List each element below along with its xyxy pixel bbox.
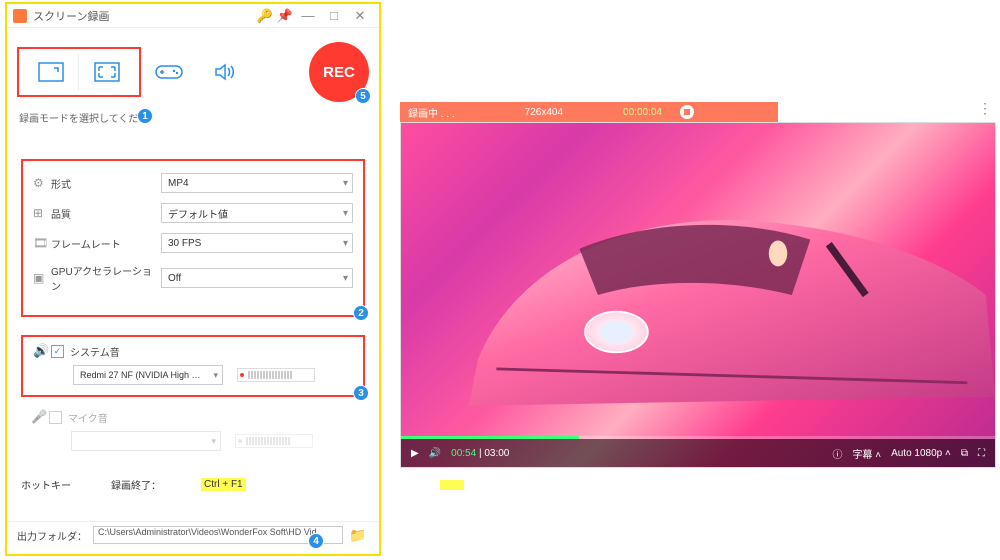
region-icon bbox=[38, 62, 64, 82]
player-controls: ▶ 🔊 00:54 | 03:00 ⓘ 字幕 ˄ Auto 1080p ˄ ⧉ … bbox=[401, 439, 995, 467]
audio-box: 🔊 ✓ システム音 Redmi 27 NF (NVIDIA High … 3 bbox=[21, 335, 365, 397]
quality-label: 品質 bbox=[51, 206, 161, 221]
mic-checkbox[interactable] bbox=[49, 411, 62, 424]
framerate-select[interactable]: 30 FPS bbox=[161, 233, 353, 253]
hotkey-stop-value: Ctrl + F1 bbox=[201, 478, 246, 491]
mode-highlight-box bbox=[17, 47, 141, 97]
audio-meter bbox=[237, 368, 315, 382]
output-label: 出力フォルダ： bbox=[17, 528, 87, 543]
chip-icon: ▣ bbox=[33, 271, 51, 285]
mic-meter bbox=[235, 434, 313, 448]
recording-elapsed: 00:00:04 bbox=[623, 107, 662, 118]
gamepad-icon bbox=[155, 63, 183, 81]
badge-2: 2 bbox=[353, 305, 369, 321]
badge-4: 4 bbox=[308, 533, 324, 549]
record-button[interactable]: REC 5 bbox=[309, 42, 369, 102]
hotkey-stop-label: 録画終了： bbox=[111, 477, 161, 492]
maximize-button[interactable]: □ bbox=[321, 8, 347, 23]
badge-5: 5 bbox=[355, 88, 371, 104]
pip-button[interactable]: ⧉ bbox=[961, 448, 968, 459]
gpu-row: ▣ GPUアクセラレーション Off bbox=[33, 263, 353, 293]
subtitle-button[interactable]: 字幕 ˄ bbox=[852, 446, 881, 461]
browse-folder-button[interactable]: 📁 bbox=[349, 527, 369, 544]
play-button[interactable]: ▶ bbox=[411, 448, 419, 459]
settings-box: ⚙ 形式 MP4 ⊞ 品質 デフォルト値 🎞 フレームレート 30 FPS ▣ … bbox=[21, 159, 365, 317]
minimize-button[interactable]: — bbox=[295, 8, 321, 23]
system-audio-checkbox[interactable]: ✓ bbox=[51, 345, 64, 358]
badge-1: 1 bbox=[137, 108, 153, 124]
region-mode-button[interactable] bbox=[23, 53, 79, 91]
close-button[interactable]: ✕ bbox=[347, 8, 373, 24]
gpu-label: GPUアクセラレーション bbox=[51, 263, 161, 293]
key-icon[interactable]: 🔑 bbox=[255, 8, 275, 24]
video-content bbox=[441, 163, 995, 427]
stop-recording-button[interactable] bbox=[680, 105, 694, 119]
app-title: スクリーン録画 bbox=[33, 8, 255, 24]
format-row: ⚙ 形式 MP4 bbox=[33, 173, 353, 193]
system-audio-label: システム音 bbox=[70, 344, 120, 359]
speaker-icon bbox=[214, 62, 236, 82]
recorder-window: スクリーン録画 🔑 📌 — □ ✕ REC 5 1 録画モードを選択してくださ bbox=[5, 2, 381, 556]
hotkey-row: ホットキー 録画終了： Ctrl + F1 bbox=[21, 477, 365, 492]
framerate-label: フレームレート bbox=[51, 236, 161, 251]
video-player: ▶ 🔊 00:54 | 03:00 ⓘ 字幕 ˄ Auto 1080p ˄ ⧉ … bbox=[400, 122, 996, 468]
hotkey-label: ホットキー bbox=[21, 477, 71, 492]
volume-button[interactable]: 🔊 bbox=[429, 448, 441, 459]
yellow-marker bbox=[440, 480, 464, 490]
mic-icon: 🎤 bbox=[31, 409, 49, 425]
audio-device-select[interactable]: Redmi 27 NF (NVIDIA High … bbox=[73, 365, 223, 385]
mode-hint: 録画モードを選択してくださ bbox=[7, 110, 379, 131]
output-row: 出力フォルダ： C:\Users\Administrator\Videos\Wo… bbox=[7, 521, 379, 548]
gpu-select[interactable]: Off bbox=[161, 268, 353, 288]
mic-label: マイク音 bbox=[68, 410, 108, 425]
fullscreen-mode-button[interactable] bbox=[79, 53, 135, 91]
mic-section: 🎤 マイク音 bbox=[21, 403, 365, 457]
mode-row: REC 5 bbox=[7, 28, 379, 110]
speaker-small-icon: 🔊 bbox=[33, 343, 51, 359]
quality-row: ⊞ 品質 デフォルト値 bbox=[33, 203, 353, 223]
quality-icon: ⊞ bbox=[33, 206, 51, 220]
format-label: 形式 bbox=[51, 176, 161, 191]
fullscreen-button[interactable]: ⛶ bbox=[978, 448, 985, 459]
recording-status: 録画中 . . . bbox=[408, 105, 455, 120]
framerate-row: 🎞 フレームレート 30 FPS bbox=[33, 233, 353, 253]
titlebar: スクリーン録画 🔑 📌 — □ ✕ bbox=[7, 4, 379, 28]
output-path-input[interactable]: C:\Users\Administrator\Videos\WonderFox … bbox=[93, 526, 343, 544]
overlay-handle-icon[interactable]: ⋮ bbox=[978, 100, 992, 117]
audio-mode-button[interactable] bbox=[197, 49, 253, 95]
mic-device-select[interactable] bbox=[71, 431, 221, 451]
recording-overlay-bar: 録画中 . . . 726x404 00:00:04 bbox=[400, 102, 778, 122]
recording-resolution: 726x404 bbox=[525, 107, 563, 118]
film-icon: 🎞 bbox=[33, 236, 51, 250]
fullscreen-icon bbox=[94, 62, 120, 82]
game-mode-button[interactable] bbox=[141, 49, 197, 95]
time-display: 00:54 | 03:00 bbox=[451, 448, 509, 459]
quality-select[interactable]: デフォルト値 bbox=[161, 203, 353, 223]
format-select[interactable]: MP4 bbox=[161, 173, 353, 193]
app-icon bbox=[13, 9, 27, 23]
badge-3: 3 bbox=[353, 385, 369, 401]
record-label: REC bbox=[323, 64, 355, 81]
info-button[interactable]: ⓘ bbox=[832, 446, 842, 461]
device-row: Redmi 27 NF (NVIDIA High … bbox=[33, 365, 353, 385]
quality-button[interactable]: Auto 1080p ˄ bbox=[891, 448, 951, 459]
pin-icon[interactable]: 📌 bbox=[275, 8, 295, 24]
gear-icon: ⚙ bbox=[33, 176, 51, 190]
system-audio-row: 🔊 ✓ システム音 bbox=[33, 343, 353, 359]
